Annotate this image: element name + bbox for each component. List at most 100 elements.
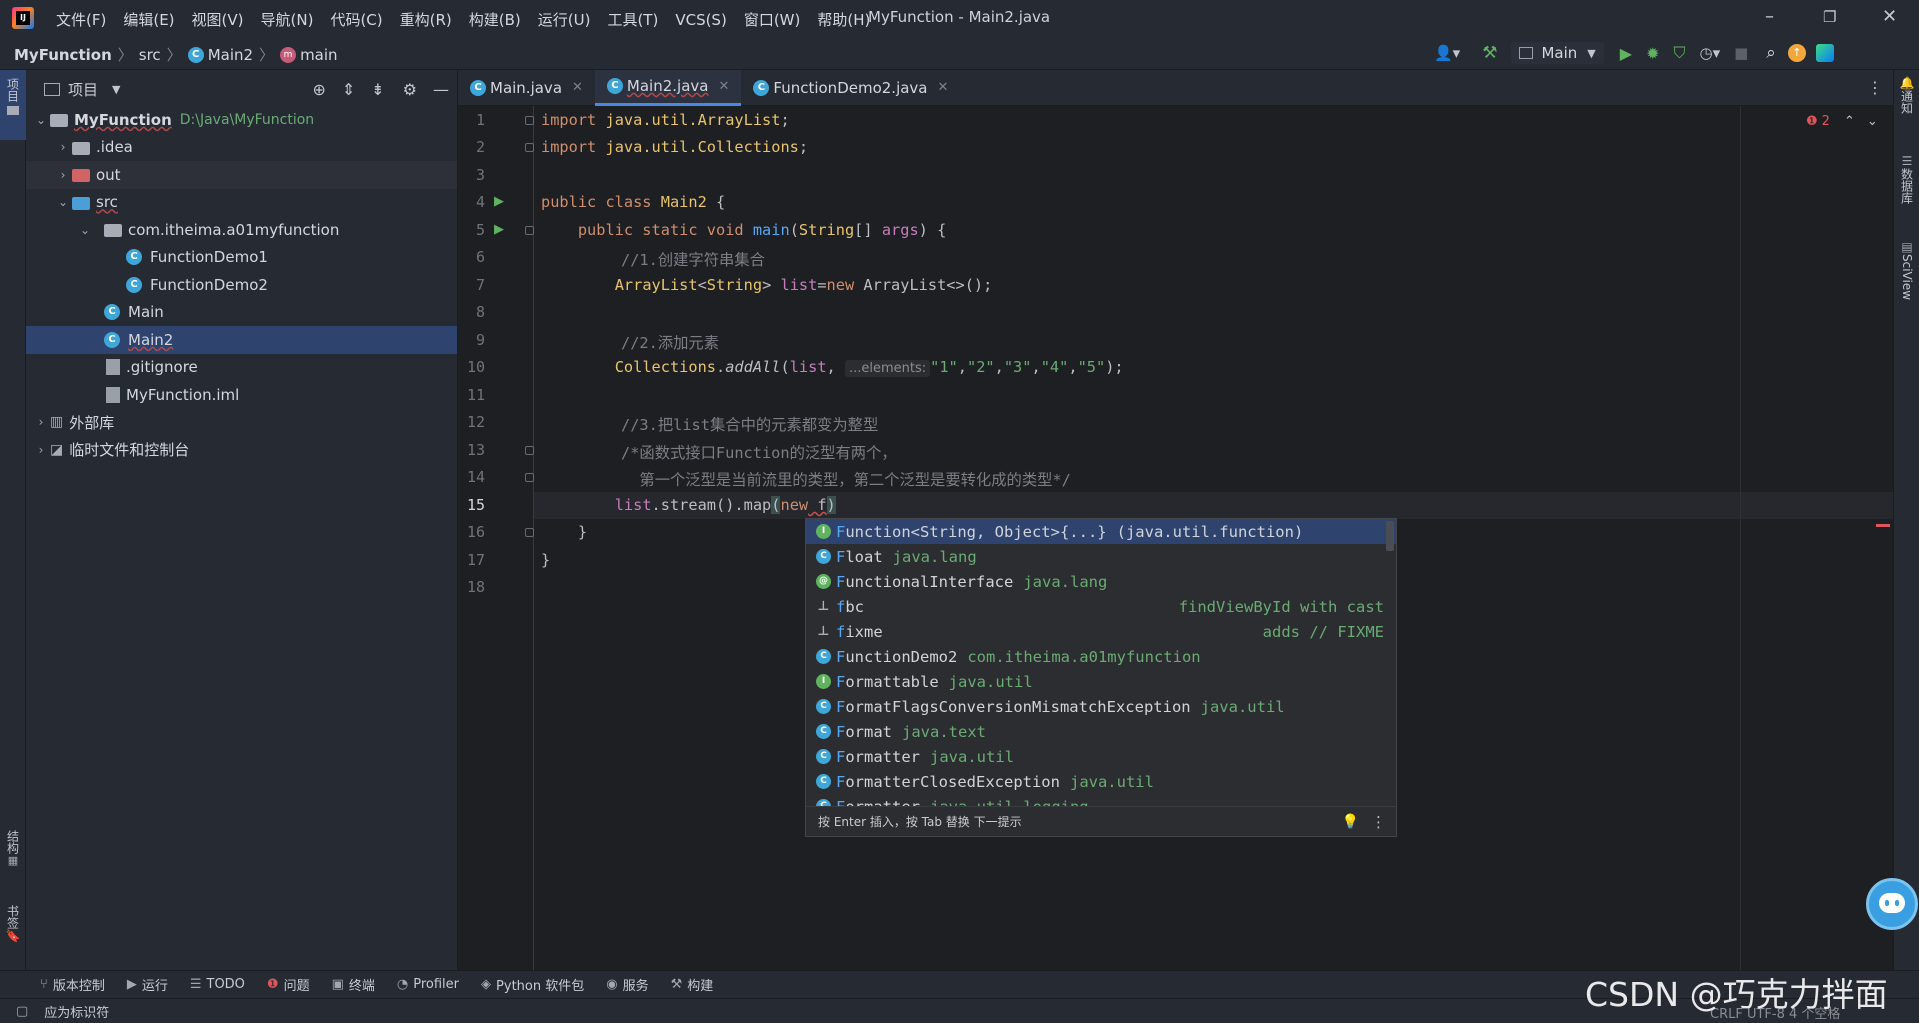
tree-item-out[interactable]: › out bbox=[26, 161, 457, 189]
menu-refactor[interactable]: 重构(R) bbox=[400, 9, 452, 30]
chevron-down-icon[interactable]: ⌄ bbox=[1867, 114, 1878, 129]
more-options-icon[interactable]: ⋮ bbox=[1371, 813, 1386, 831]
project-tool-button[interactable]: 项目 bbox=[0, 70, 26, 140]
assistant-chat-icon[interactable] bbox=[1866, 878, 1918, 930]
completion-item[interactable]: I Function<String, Object>{...} (java.util… bbox=[806, 519, 1396, 544]
locate-icon[interactable]: ⊕ bbox=[312, 80, 325, 99]
debug-icon[interactable]: ✹ bbox=[1646, 44, 1659, 63]
structure-tool-button[interactable]: 结构 ▦ bbox=[0, 830, 26, 867]
sciview-tool-button[interactable]: ▤ SciView bbox=[1894, 240, 1919, 300]
tree-item-gitignore[interactable]: .gitignore bbox=[26, 354, 457, 382]
crumb-project[interactable]: MyFunction bbox=[14, 46, 112, 64]
tree-item-idea[interactable]: › .idea bbox=[26, 134, 457, 162]
menu-code[interactable]: 代码(C) bbox=[330, 9, 382, 30]
menu-window[interactable]: 窗口(W) bbox=[744, 9, 801, 30]
chevron-down-icon[interactable]: ⌄ bbox=[32, 113, 50, 127]
tab-main-java[interactable]: C Main.java ✕ bbox=[458, 70, 595, 106]
run-gutter-icon[interactable]: ▶ bbox=[494, 222, 504, 237]
completion-item[interactable]: CFormatter java.util.logging bbox=[806, 794, 1396, 806]
update-icon[interactable]: ↑ bbox=[1787, 44, 1806, 62]
chevron-right-icon[interactable]: › bbox=[32, 415, 50, 429]
tool-vcs[interactable]: ⑂ 版本控制 bbox=[40, 975, 105, 994]
tree-item-package[interactable]: ⌄ com.itheima.a01myfunction bbox=[26, 216, 457, 244]
completion-item[interactable]: ⊥ f bc findViewById with cast bbox=[806, 594, 1396, 619]
tree-item-src[interactable]: ⌄ src bbox=[26, 189, 457, 217]
lightbulb-icon[interactable]: 💡 bbox=[1342, 814, 1359, 830]
stop-icon[interactable]: ■ bbox=[1734, 44, 1748, 62]
completion-item[interactable]: C Format java.text bbox=[806, 719, 1396, 744]
expand-all-icon[interactable]: ⇕ bbox=[342, 80, 355, 99]
completion-scrollbar[interactable] bbox=[1386, 521, 1394, 551]
layout-toggle-icon[interactable]: ▢ bbox=[16, 1004, 28, 1019]
tool-services[interactable]: ◉ 服务 bbox=[606, 975, 648, 994]
chevron-up-icon[interactable]: ⌃ bbox=[1844, 114, 1855, 129]
tool-python-packages[interactable]: ◈ Python 软件包 bbox=[481, 975, 584, 994]
menu-view[interactable]: 视图(V) bbox=[192, 9, 244, 30]
run-gutter-icon[interactable]: ▶ bbox=[494, 194, 504, 209]
completion-item[interactable]: I Formattable java.util bbox=[806, 669, 1396, 694]
fold-icon[interactable] bbox=[525, 473, 534, 482]
tool-terminal[interactable]: ▣ 终端 bbox=[332, 975, 375, 994]
tree-item-functiondemo2[interactable]: C FunctionDemo2 bbox=[26, 271, 457, 299]
minimize-button[interactable]: – bbox=[1765, 6, 1774, 27]
chevron-right-icon[interactable]: › bbox=[54, 168, 72, 182]
tab-functiondemo2-java[interactable]: C FunctionDemo2.java ✕ bbox=[741, 70, 960, 106]
database-tool-button[interactable]: ☰ 数据库 bbox=[1894, 154, 1919, 204]
menu-navigate[interactable]: 导航(N) bbox=[261, 9, 314, 30]
notifications-tool-button[interactable]: 🔔 通知 bbox=[1894, 76, 1919, 114]
close-icon[interactable]: ✕ bbox=[572, 80, 583, 95]
app-logo-icon[interactable]: IJ bbox=[12, 7, 34, 29]
tree-item-root[interactable]: ⌄ MyFunction D:\Java\MyFunction bbox=[26, 106, 457, 134]
restore-button[interactable]: ❐ bbox=[1823, 8, 1836, 26]
crumb-class[interactable]: Main2 bbox=[208, 46, 253, 64]
tree-item-main2[interactable]: C Main2 bbox=[26, 326, 457, 354]
chevron-down-icon[interactable]: ▼ bbox=[112, 83, 120, 96]
tree-item-iml[interactable]: MyFunction.iml bbox=[26, 381, 457, 409]
close-icon[interactable]: ✕ bbox=[938, 80, 949, 95]
menu-tools[interactable]: 工具(T) bbox=[607, 9, 658, 30]
crumb-src[interactable]: src bbox=[139, 46, 161, 64]
tree-item-scratches[interactable]: › ◪ 临时文件和控制台 bbox=[26, 436, 457, 464]
fold-icon[interactable] bbox=[525, 143, 534, 152]
close-button[interactable]: ✕ bbox=[1882, 6, 1897, 27]
completion-item[interactable]: C FunctionDemo2 com.itheima.a01myfunction bbox=[806, 644, 1396, 669]
more-options-icon[interactable]: ⋮ bbox=[1867, 78, 1883, 97]
completion-item[interactable]: ⊥ f ixme adds // FIXME bbox=[806, 619, 1396, 644]
bookmarks-tool-button[interactable]: 书签 🔖 bbox=[0, 905, 26, 943]
chevron-down-icon[interactable]: ⌄ bbox=[54, 195, 72, 209]
tree-item-main[interactable]: C Main bbox=[26, 299, 457, 327]
profile-icon[interactable]: ◷▾ bbox=[1699, 44, 1720, 62]
tool-problems[interactable]: ❶ 问题 bbox=[267, 975, 310, 994]
fold-icon[interactable] bbox=[525, 446, 534, 455]
menu-vcs[interactable]: VCS(S) bbox=[675, 11, 726, 29]
project-panel-title[interactable]: 项目 bbox=[68, 79, 98, 100]
coverage-icon[interactable]: ⛉ bbox=[1673, 43, 1685, 63]
toolbox-icon[interactable] bbox=[1815, 44, 1834, 62]
tool-build[interactable]: ⚒ 构建 bbox=[671, 975, 714, 994]
gear-icon[interactable]: ⚙ bbox=[403, 80, 417, 99]
run-icon[interactable]: ▶ bbox=[1620, 44, 1632, 63]
tool-profiler[interactable]: ◔ Profiler bbox=[397, 977, 459, 992]
menu-edit[interactable]: 编辑(E) bbox=[123, 9, 174, 30]
menu-help[interactable]: 帮助(H) bbox=[817, 9, 870, 30]
inspection-widget[interactable]: ❶ 2 ⌃ ⌄ bbox=[1806, 114, 1878, 129]
chevron-right-icon[interactable]: › bbox=[54, 140, 72, 154]
fold-icon[interactable] bbox=[525, 528, 534, 537]
collapse-all-icon[interactable]: ⇟ bbox=[371, 80, 384, 99]
hide-panel-icon[interactable]: — bbox=[433, 80, 449, 99]
menu-build[interactable]: 构建(B) bbox=[469, 9, 521, 30]
tree-item-external-libraries[interactable]: › ▥ 外部库 bbox=[26, 409, 457, 437]
fold-icon[interactable] bbox=[525, 116, 534, 125]
user-icon[interactable]: 👤▾ bbox=[1434, 44, 1460, 62]
menu-run[interactable]: 运行(U) bbox=[538, 9, 591, 30]
tab-main2-java[interactable]: C Main2.java ✕ bbox=[594, 69, 742, 106]
error-stripe-mark[interactable] bbox=[1876, 524, 1890, 527]
completion-item[interactable]: C Float java.lang bbox=[806, 544, 1396, 569]
fold-icon[interactable] bbox=[525, 226, 534, 235]
chevron-right-icon[interactable]: › bbox=[32, 443, 50, 457]
chevron-down-icon[interactable]: ⌄ bbox=[76, 223, 94, 237]
run-config-select[interactable]: Main ▼ bbox=[1511, 42, 1604, 64]
search-icon[interactable]: ⌕ bbox=[1766, 43, 1776, 63]
tool-run[interactable]: ▶ 运行 bbox=[127, 975, 168, 994]
completion-item[interactable]: C FormatFlagsConversionMismatchException j… bbox=[806, 694, 1396, 719]
